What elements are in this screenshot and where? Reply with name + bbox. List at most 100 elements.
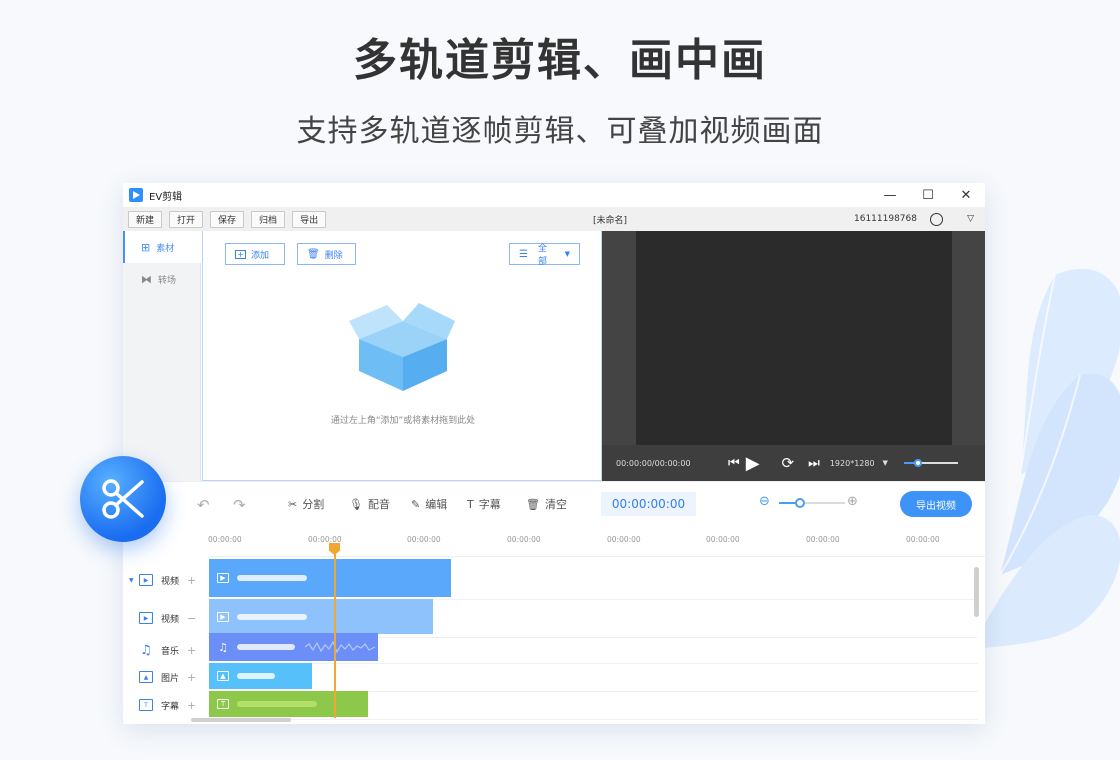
loop-icon[interactable]: ⟳ [782, 454, 795, 472]
dub-button[interactable]: 🎙 配音 [349, 496, 390, 512]
track-name: 图片 [161, 673, 180, 684]
close-button[interactable]: ✕ [947, 183, 985, 207]
zoom-in-icon[interactable]: ⊕ [847, 494, 858, 509]
subtitle-clip-icon: T [217, 699, 229, 709]
zoom-knob[interactable] [795, 498, 805, 508]
add-icon: + [235, 249, 246, 259]
media-panel: + 添加 🗑 删除 ☰ 全部 ▼ 通过左上角“添加”或将素材拖到此处 [202, 231, 602, 481]
ruler-tick: 00:00:00 [208, 535, 242, 544]
split-label: 分割 [302, 498, 325, 511]
document-title: [未命名] [593, 215, 628, 226]
sidebar-item-material[interactable]: ⊞ 素材 [123, 231, 203, 263]
volume-knob[interactable] [913, 459, 922, 467]
track-name: 视频 [161, 576, 180, 587]
maximize-button[interactable]: ☐ [909, 183, 947, 207]
vertical-scrollbar[interactable] [974, 567, 979, 617]
prev-frame-icon[interactable]: ⏮ [728, 456, 740, 471]
sidebar-item-label: 素材 [156, 243, 175, 254]
dub-label: 配音 [367, 498, 390, 511]
ruler-tick: 00:00:00 [906, 535, 940, 544]
image-track-icon: ▲ [139, 671, 153, 683]
video-clip-icon: ▶ [217, 573, 229, 583]
edit-button[interactable]: ✎ 编辑 [411, 496, 447, 512]
redo-icon[interactable]: ↷ [233, 496, 246, 514]
track-name: 字幕 [161, 701, 180, 712]
add-track-button[interactable]: + [187, 671, 196, 684]
subtitle-button[interactable]: T 字幕 [467, 496, 501, 512]
video-clip-1[interactable]: ▶ [209, 559, 451, 597]
add-track-button[interactable]: + [187, 644, 196, 657]
image-clip[interactable]: ▲ [209, 663, 312, 689]
grid-icon: ⊞ [141, 240, 151, 254]
clip-title-placeholder [237, 613, 307, 620]
edit-label: 编辑 [425, 498, 448, 511]
headline: 多轨道剪辑、画中画 [353, 35, 767, 86]
filter-label: 全部 [537, 244, 547, 267]
remove-track-button[interactable]: − [187, 612, 196, 625]
horizontal-scrollbar[interactable] [191, 718, 291, 722]
split-button[interactable]: ✂ 分割 [288, 496, 324, 512]
chevron-down-icon[interactable]: ▼ [883, 459, 888, 467]
menu-dropdown-icon[interactable]: ▽ [967, 214, 974, 224]
save-button[interactable]: 保存 [210, 210, 245, 228]
next-frame-icon[interactable]: ⏭ [808, 456, 820, 471]
open-button[interactable]: 打开 [169, 210, 204, 228]
edit-toolbar: ↶ ↷ ✂ 分割 🎙 配音 ✎ 编辑 T 字幕 🗑 清空 00:00:00:00 ⊖ ⊕ … [123, 481, 985, 525]
resolution-select[interactable]: 1920*1280 [830, 459, 875, 468]
subtitle-clip[interactable]: T [209, 691, 368, 717]
music-clip[interactable]: ♫ [209, 633, 378, 661]
add-track-button[interactable]: + [187, 699, 196, 712]
playhead[interactable] [334, 548, 336, 718]
user-avatar-icon[interactable] [930, 212, 943, 226]
microphone-icon: 🎙 [349, 497, 363, 511]
export-video-button[interactable]: 导出视频 [900, 491, 972, 517]
empty-box-icon [349, 303, 455, 391]
preview-time: 00:00:00/00:00:00 [616, 458, 691, 468]
ruler-tick: 00:00:00 [308, 535, 342, 544]
track-label-video-2: ▶ 视频 − [123, 599, 208, 637]
music-track-icon: ♫ [140, 642, 152, 658]
clear-button[interactable]: 🗑 清空 [526, 496, 567, 512]
archive-button[interactable]: 归档 [251, 210, 286, 228]
chevron-down-icon: ▼ [564, 250, 570, 258]
scissors-icon: ✂ [288, 497, 298, 511]
track-name: 视频 [161, 614, 180, 625]
zoom-slider[interactable] [779, 498, 845, 508]
menu-bar: 新建 打开 保存 归档 导出 [未命名] 16111198768 ▽ [123, 207, 985, 231]
app-window: EV剪辑 — ☐ ✕ 新建 打开 保存 归档 导出 [未命名] 16111198… [123, 183, 985, 724]
user-id: 16111198768 [854, 214, 917, 224]
collapse-icon[interactable]: ▼ [129, 577, 134, 584]
add-media-button[interactable]: + 添加 [225, 243, 285, 265]
ruler-tick: 00:00:00 [706, 535, 740, 544]
sidebar: ⊞ 素材 ⧓ 转场 [123, 231, 203, 481]
preview-controls: 00:00:00/00:00:00 ⏮ ▶ ⟳ ⏭ 1920*1280 ▼ [602, 445, 985, 481]
timeline: 00:00:00 00:00:00 00:00:00 00:00:00 00:0… [123, 525, 985, 724]
undo-icon[interactable]: ↶ [197, 496, 210, 514]
ruler-tick: 00:00:00 [607, 535, 641, 544]
sidebar-item-label: 转场 [158, 275, 177, 286]
scissors-icon [102, 479, 144, 519]
video-track-icon: ▶ [139, 612, 153, 624]
delete-media-button[interactable]: 🗑 删除 [297, 243, 356, 265]
add-track-button[interactable]: + [187, 574, 196, 587]
sidebar-item-transition[interactable]: ⧓ 转场 [123, 263, 200, 295]
timeline-ruler: 00:00:00 00:00:00 00:00:00 00:00:00 00:0… [208, 525, 985, 557]
add-label: 添加 [251, 250, 270, 261]
title-bar: EV剪辑 — ☐ ✕ [123, 183, 985, 207]
play-icon[interactable]: ▶ [746, 453, 760, 474]
row-divider [208, 719, 978, 720]
track-label-image: ▲ 图片 + [123, 663, 208, 691]
pencil-icon: ✎ [411, 497, 421, 511]
track-label-subtitle: T 字幕 + [123, 691, 208, 719]
zoom-out-icon[interactable]: ⊖ [759, 494, 770, 509]
volume-slider[interactable] [903, 458, 958, 468]
delete-label: 删除 [324, 250, 343, 261]
clip-title-placeholder [237, 701, 317, 707]
minimize-button[interactable]: — [871, 183, 909, 207]
filter-dropdown[interactable]: ☰ 全部 ▼ [509, 243, 580, 267]
new-button[interactable]: 新建 [128, 210, 163, 228]
subtitle-track-icon: T [139, 699, 153, 711]
video-clip-2[interactable]: ▶ [209, 599, 433, 634]
export-menu-button[interactable]: 导出 [292, 210, 327, 228]
ruler-tick: 00:00:00 [806, 535, 840, 544]
